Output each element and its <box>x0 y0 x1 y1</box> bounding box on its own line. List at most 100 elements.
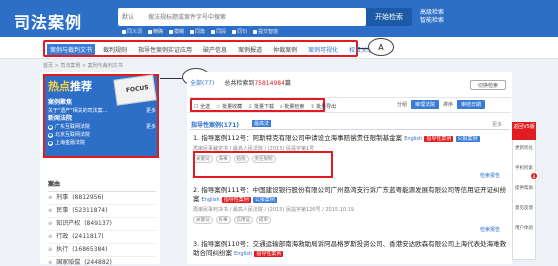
nav-tab-bankruptcy[interactable]: 破产信息 <box>200 44 230 55</box>
case-keywords: 关键词 民事 信用证 提单 <box>193 216 511 224</box>
tree-item[interactable]: ⊕ 行政 (2411817) <box>48 231 156 244</box>
search-box: 默认 <box>118 8 366 26</box>
expand-icon[interactable]: ⊕ <box>48 231 52 243</box>
tree-item[interactable]: ⊕ 执行 (16865384) <box>48 244 156 257</box>
order-label: 排序 <box>443 102 454 108</box>
english-link[interactable]: English <box>234 251 252 257</box>
nav-tab-guiding[interactable]: 指导性案例实证应用 <box>135 44 195 55</box>
promo-content: 案例聚焦 关于"遗产"相关的司法案... 更多 新闻法院 ● 广东互联网法院 更多 ●… <box>48 99 156 147</box>
court-icon: ● <box>48 140 53 146</box>
checkbox-icon <box>232 29 237 34</box>
case-title[interactable]: 1. 指导案例112号：阿斯特克有限公司申请设立海事赔偿责任限制基金案 Engl… <box>193 134 511 144</box>
case-title[interactable]: 2. 指导案例111号：中国建设银行股份有限公司广州荔湾支行诉广东蓝粤能源发展有… <box>193 186 511 205</box>
filter-option[interactable]: 提交智能 <box>253 28 278 35</box>
filter-option[interactable]: 精确 <box>148 28 163 35</box>
sidebar-help[interactable]: 提供帮助 <box>513 186 535 192</box>
checkbox-icon <box>190 29 195 34</box>
result-count: 总共检索到75814984篇 <box>224 80 291 87</box>
filter-option[interactable]: 同篇 <box>190 28 205 35</box>
search-filters: 同义词 精确 模糊 同篇 同段 同句 提交智能 <box>122 28 278 35</box>
breadcrumb: 首页 > 司法案例 > 案例与裁判文书 <box>43 63 123 69</box>
expand-icon[interactable]: ⊕ <box>48 257 52 266</box>
nav-tab-arbitration[interactable]: 仲裁案例 <box>270 44 300 55</box>
section-title: 指导性案例(171) <box>191 122 240 129</box>
sort-bar: 分组 审理法院 排序 审结日期 <box>397 100 486 109</box>
smart-search-link[interactable]: 智能检索 <box>420 17 444 25</box>
nav-tab-reports[interactable]: 案例报道 <box>235 44 265 55</box>
checkbox-icon <box>148 29 153 34</box>
case-cause-title: 案由 <box>48 179 156 192</box>
batch-download-button[interactable]: ⇩ 批量下载 <box>248 103 274 110</box>
advanced-search-link[interactable]: 高级检索 <box>420 9 444 17</box>
search-button[interactable]: 开始检索 <box>366 8 412 26</box>
order-dropdown[interactable]: 审结日期 <box>457 100 486 109</box>
checkbox-icon <box>211 29 216 34</box>
court-icon: ● <box>48 124 53 130</box>
english-link[interactable]: English <box>202 197 220 203</box>
report-link[interactable]: 检索报告 <box>480 172 500 179</box>
nav-tabs: 案例与裁判文书 裁判规则 指导性案例实证应用 破产信息 案例报道 仲裁案例 案例… <box>47 44 376 55</box>
result-tabs: 全部(77) 总共检索到75814984篇 <box>190 78 291 87</box>
expand-icon[interactable]: ⊕ <box>48 218 52 230</box>
search-scope-dropdown[interactable]: 默认 <box>122 12 134 21</box>
batch-export-button[interactable]: ⇪ 批量导出 <box>310 103 336 110</box>
report-link[interactable]: 检索报告 <box>480 226 500 233</box>
sidebar-experience[interactable]: 用户体验 <box>513 226 535 232</box>
case-tag: 公报案例 <box>455 136 480 142</box>
filter-option[interactable]: 模糊 <box>169 28 184 35</box>
callout-a: A <box>368 38 394 56</box>
keyword-chip[interactable]: 关键词 <box>193 216 213 224</box>
app-logo[interactable]: 司法案例 <box>14 9 82 33</box>
select-all-checkbox[interactable]: ☐ 全选 <box>194 103 210 110</box>
nav-tab-rules[interactable]: 裁判规则 <box>100 44 130 55</box>
filter-option[interactable]: 同段 <box>211 28 226 35</box>
promo-title: 热点推荐 <box>48 80 92 93</box>
filter-option[interactable]: 同义词 <box>122 28 142 35</box>
keyword-chip[interactable]: 信用证 <box>233 216 253 224</box>
expand-icon[interactable]: ⊕ <box>48 244 52 256</box>
keyword-chip[interactable]: 提单 <box>256 216 271 224</box>
expand-icon[interactable]: ⊕ <box>48 205 52 217</box>
case-title[interactable]: 3. 指导案例110号：交通运输部南海救助局诉阿昌格罗斯投资公司、香港安达欧森有… <box>193 240 511 259</box>
tree-item[interactable]: ⊕ 国家赔偿 (244882) <box>48 257 156 266</box>
tree-item[interactable]: ⊕ 民事 (52311874) <box>48 205 156 218</box>
checkbox-icon <box>122 29 126 34</box>
back-v5-button[interactable]: 返回V5版 <box>512 122 536 140</box>
tab-all[interactable]: 全部(77) <box>190 78 214 87</box>
sidebar-mobile[interactable]: 手机检索 <box>513 166 535 172</box>
tree-item[interactable]: ⊕ 知识产权 (849137) <box>48 218 156 231</box>
court-link[interactable]: ● 广东互联网法院 更多 <box>48 123 156 131</box>
court-icon: ● <box>48 132 53 138</box>
keyword-chip[interactable]: 民事 <box>215 216 231 224</box>
expand-icon[interactable]: ⊕ <box>48 192 52 204</box>
tree-item[interactable]: ⊕ 刑事 (8812956) <box>48 192 156 205</box>
search-input[interactable] <box>148 10 358 24</box>
sidebar-feedback[interactable]: 意见反馈 <box>513 206 535 212</box>
english-link[interactable]: English <box>404 136 422 142</box>
checkbox-icon <box>253 29 258 34</box>
news-court-label: 新闻法院 <box>48 115 73 122</box>
callout-line-b <box>160 78 182 79</box>
batch-search-button[interactable]: ⌕ 批量检索 <box>280 103 304 110</box>
hot-label: 案例聚焦 <box>48 99 73 106</box>
case-tag: 指导性案例 <box>254 251 284 257</box>
list-item: 2. 指导案例111号：中国建设银行股份有限公司广州荔湾支行诉广东蓝粤能源发展有… <box>193 186 511 224</box>
sidebar-update[interactable]: 更新优化 <box>513 146 535 152</box>
section-more-link[interactable]: 更多 <box>492 121 502 128</box>
highlight-box-d <box>193 151 333 178</box>
case-tag: 公报案例 <box>252 197 277 203</box>
nav-tab-cases[interactable]: 案例与裁判文书 <box>47 44 96 55</box>
batch-tools: ☐ 全选 ☆ 批量收藏 ⇩ 批量下载 ⌕ 批量检索 ⇪ 批量导出 <box>194 103 336 110</box>
nav-tab-visualization[interactable]: 案例可视化 <box>305 44 341 55</box>
switch-search-button[interactable]: 切换检索 <box>470 80 506 90</box>
court-link[interactable]: ● 上海金融法院 <box>48 139 156 147</box>
court-link[interactable]: ● 北京互联网法院 <box>48 131 156 139</box>
checkbox-icon <box>169 29 174 34</box>
hot-item[interactable]: 关于"遗产"相关的司法案... 更多 <box>48 107 156 115</box>
group-dropdown[interactable]: 审理法院 <box>411 100 440 109</box>
section-tag: 最高法 <box>252 120 272 127</box>
more-link[interactable]: 更多 <box>146 107 156 115</box>
filter-option[interactable]: 同句 <box>232 28 247 35</box>
group-label: 分组 <box>397 102 408 108</box>
batch-favorite-button[interactable]: ☆ 批量收藏 <box>216 103 242 110</box>
